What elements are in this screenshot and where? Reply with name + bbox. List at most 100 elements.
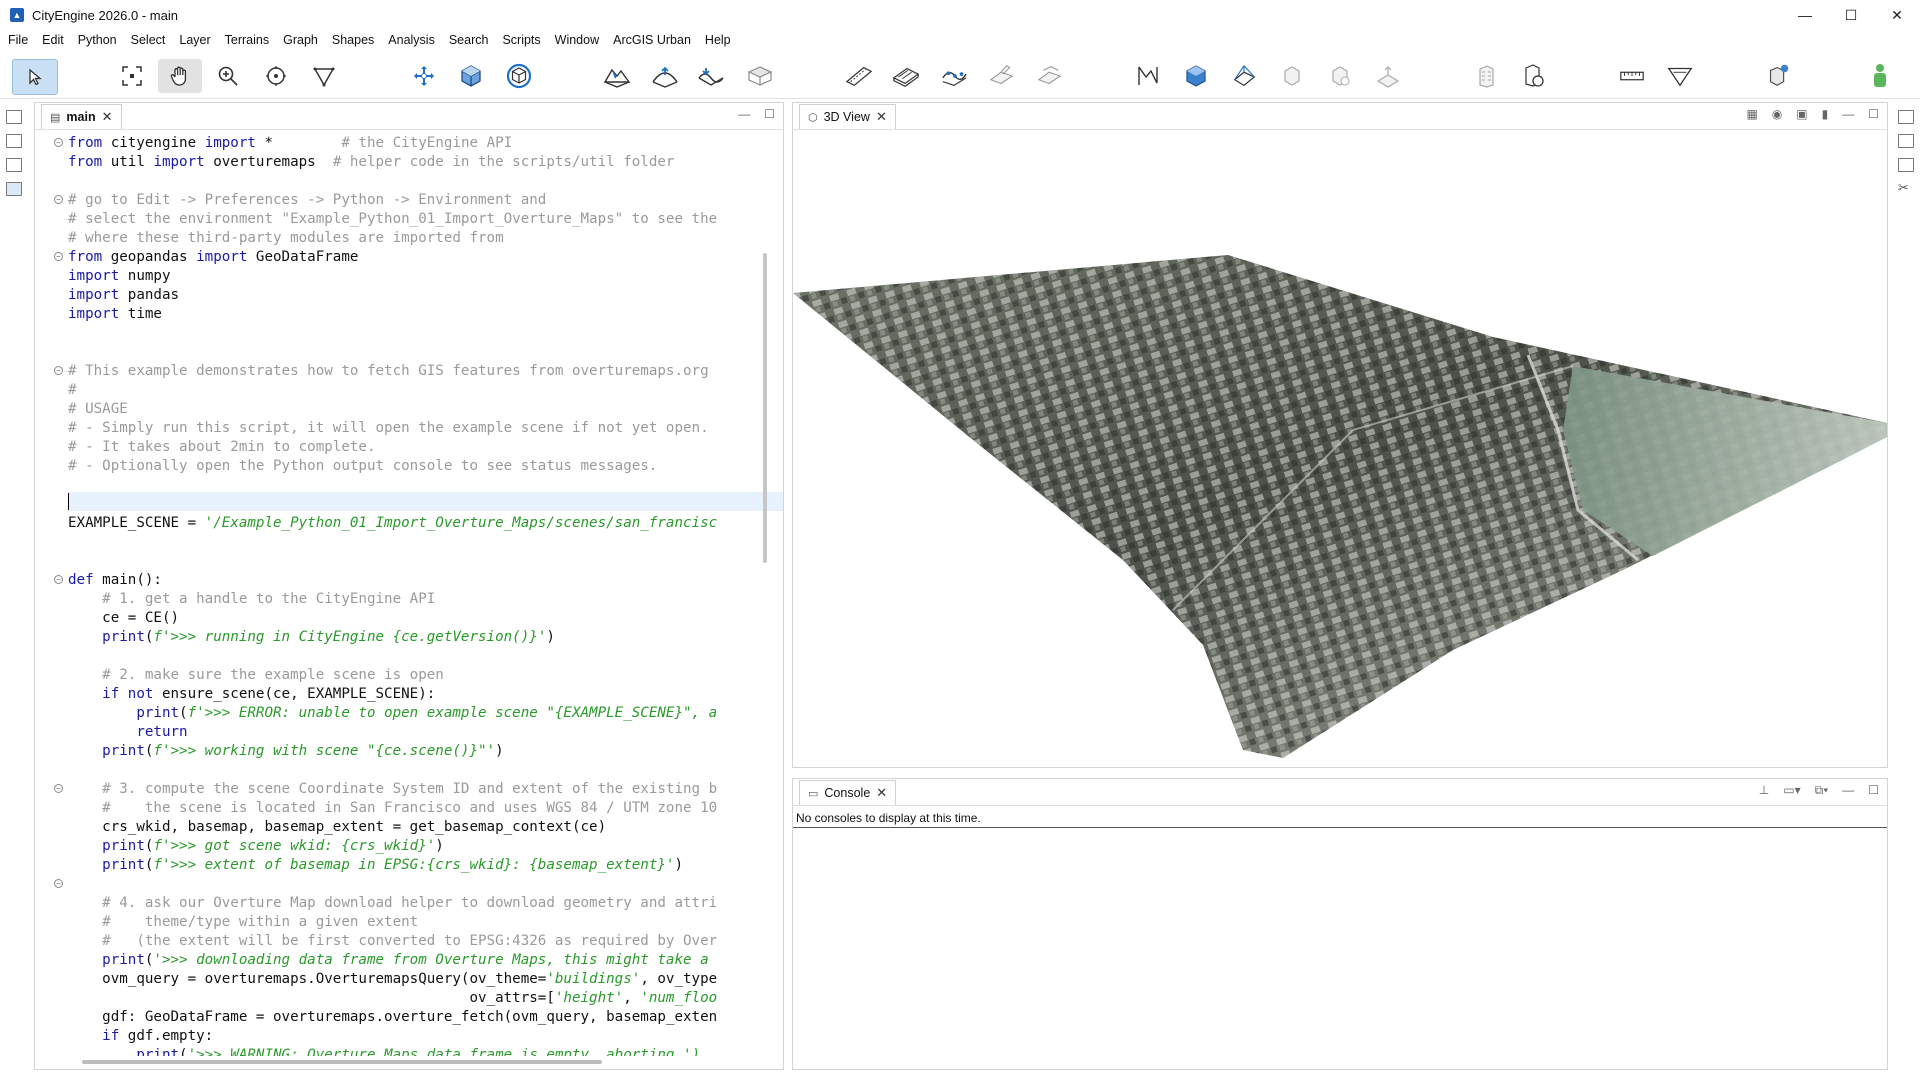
- menu-analysis[interactable]: Analysis: [381, 33, 442, 47]
- code-line: import time: [68, 305, 162, 324]
- left-side-strip: [0, 100, 28, 1080]
- menu-edit[interactable]: Edit: [35, 33, 71, 47]
- scale-tool-button[interactable]: [457, 62, 485, 90]
- menu-file[interactable]: File: [0, 33, 35, 47]
- close-tab-icon[interactable]: ✕: [876, 109, 887, 125]
- code-token: pandas: [119, 287, 180, 303]
- frame-button[interactable]: [118, 62, 146, 90]
- visibility-eye-icon[interactable]: ◉: [1772, 107, 1782, 121]
- polygon-tool-button[interactable]: [310, 62, 338, 90]
- analysis-b-button[interactable]: [1326, 62, 1354, 90]
- fold-icon[interactable]: −: [54, 195, 63, 204]
- restore-icon-right-2[interactable]: [1898, 158, 1914, 172]
- fold-icon[interactable]: −: [54, 784, 63, 793]
- maximize-view-icon[interactable]: ☐: [1868, 107, 1879, 121]
- scene-editor-icon[interactable]: [6, 182, 22, 196]
- tools-icon[interactable]: ✂: [1898, 180, 1909, 196]
- code-text-area[interactable]: from cityengine import * # the CityEngin…: [35, 130, 783, 1056]
- cube-analysis-button[interactable]: [1182, 62, 1210, 90]
- building-analysis-button[interactable]: [1519, 62, 1547, 90]
- code-token: # 2. make sure the example scene is open: [68, 667, 444, 683]
- maximize-view-icon[interactable]: ☐: [764, 107, 775, 121]
- restore-icon[interactable]: [6, 110, 22, 124]
- street-network-button[interactable]: [940, 62, 968, 90]
- zoom-button[interactable]: [214, 62, 242, 90]
- minimize-view-icon[interactable]: —: [738, 107, 750, 121]
- navigator-icon[interactable]: [6, 134, 22, 148]
- tab-main[interactable]: ▤ main ✕: [41, 104, 122, 129]
- close-tab-icon[interactable]: ✕: [102, 109, 113, 125]
- terrain-raise-button[interactable]: [651, 62, 679, 90]
- ruler-button[interactable]: [1134, 62, 1162, 90]
- close-tab-icon[interactable]: ✕: [876, 785, 887, 801]
- menu-search[interactable]: Search: [442, 33, 496, 47]
- frustum-button[interactable]: [1230, 62, 1258, 90]
- select-tool-button[interactable]: [12, 59, 58, 95]
- analysis-a-button[interactable]: [1278, 62, 1306, 90]
- open-console-icon[interactable]: ⧉▾: [1815, 783, 1829, 798]
- menu-python[interactable]: Python: [71, 33, 124, 47]
- code-line: ov_attrs=['height', 'num_floo: [68, 989, 717, 1008]
- measure-button[interactable]: [1618, 62, 1646, 90]
- polygon-shape-button[interactable]: [1666, 62, 1694, 90]
- bookmark-icon[interactable]: ▮: [1822, 107, 1829, 121]
- tab-console-label: Console: [824, 786, 871, 800]
- street-tool-button[interactable]: [845, 62, 873, 90]
- menu-select[interactable]: Select: [124, 33, 173, 47]
- horizontal-scrollbar[interactable]: [82, 1060, 602, 1064]
- code-line: print(f'>>> extent of basemap in EPSG:{c…: [68, 856, 683, 875]
- analysis-c-button[interactable]: [1374, 62, 1402, 90]
- minimize-button[interactable]: —: [1782, 0, 1828, 30]
- fold-icon[interactable]: −: [54, 575, 63, 584]
- pin-console-icon[interactable]: ⊥: [1759, 783, 1769, 798]
- camera-icon[interactable]: ▣: [1796, 107, 1807, 121]
- terrain-lower-button[interactable]: [697, 62, 725, 90]
- menu-graph[interactable]: Graph: [276, 33, 325, 47]
- menu-help[interactable]: Help: [698, 33, 738, 47]
- shape-edit-button[interactable]: [988, 62, 1016, 90]
- inspector-icon[interactable]: [1898, 134, 1914, 148]
- fold-icon[interactable]: −: [54, 879, 63, 888]
- shape-offset-button[interactable]: [1036, 62, 1064, 90]
- code-line: # 1. get a handle to the CityEngine API: [68, 590, 435, 609]
- minimize-view-icon[interactable]: —: [1842, 107, 1854, 121]
- fold-icon[interactable]: −: [54, 252, 63, 261]
- menu-terrains[interactable]: Terrains: [218, 33, 276, 47]
- minimize-view-icon[interactable]: —: [1842, 783, 1854, 798]
- code-token: # - It takes about 2min to complete.: [68, 439, 376, 455]
- maximize-button[interactable]: ☐: [1828, 0, 1874, 30]
- tab-console[interactable]: ▭ Console ✕: [799, 780, 897, 805]
- bucket-button[interactable]: [1764, 62, 1792, 90]
- maximize-view-icon[interactable]: ☐: [1868, 783, 1879, 798]
- minimize-icon: —: [1798, 7, 1812, 23]
- code-token: def: [68, 572, 103, 588]
- display-console-icon[interactable]: ▭▾: [1783, 783, 1800, 798]
- building-button[interactable]: [1472, 62, 1500, 90]
- text-caret: [68, 493, 69, 510]
- rotate-tool-button[interactable]: [505, 62, 533, 90]
- menu-window[interactable]: Window: [548, 33, 606, 47]
- close-button[interactable]: ✕: [1874, 0, 1920, 30]
- code-token: import: [204, 135, 256, 151]
- menu-arcgis-urban[interactable]: ArcGIS Urban: [606, 33, 698, 47]
- restore-icon-right[interactable]: [1898, 110, 1914, 124]
- terrain-flatten-button[interactable]: [746, 62, 774, 90]
- person-button[interactable]: [1866, 62, 1894, 90]
- lot-tool-button[interactable]: [892, 62, 920, 90]
- vertical-scrollbar[interactable]: [763, 253, 767, 563]
- tab-3d-view[interactable]: ⬡ 3D View ✕: [799, 104, 896, 129]
- menu-layer[interactable]: Layer: [172, 33, 217, 47]
- code-token: '>>> downloading data frame from Overtur…: [153, 952, 709, 968]
- fold-icon[interactable]: −: [54, 366, 63, 375]
- code-line: if not ensure_scene(ce, EXAMPLE_SCENE):: [68, 685, 435, 704]
- pan-tool-button[interactable]: [158, 59, 202, 93]
- layers-icon[interactable]: ▦: [1746, 107, 1757, 121]
- terrain-tool-button[interactable]: [603, 62, 631, 90]
- city-scene-viewport[interactable]: [793, 130, 1887, 766]
- move-tool-button[interactable]: [410, 62, 438, 90]
- restore-icon-2[interactable]: [6, 158, 22, 172]
- orbit-button[interactable]: [262, 62, 290, 90]
- menu-scripts[interactable]: Scripts: [495, 33, 547, 47]
- menu-shapes[interactable]: Shapes: [325, 33, 381, 47]
- fold-icon[interactable]: −: [54, 138, 63, 147]
